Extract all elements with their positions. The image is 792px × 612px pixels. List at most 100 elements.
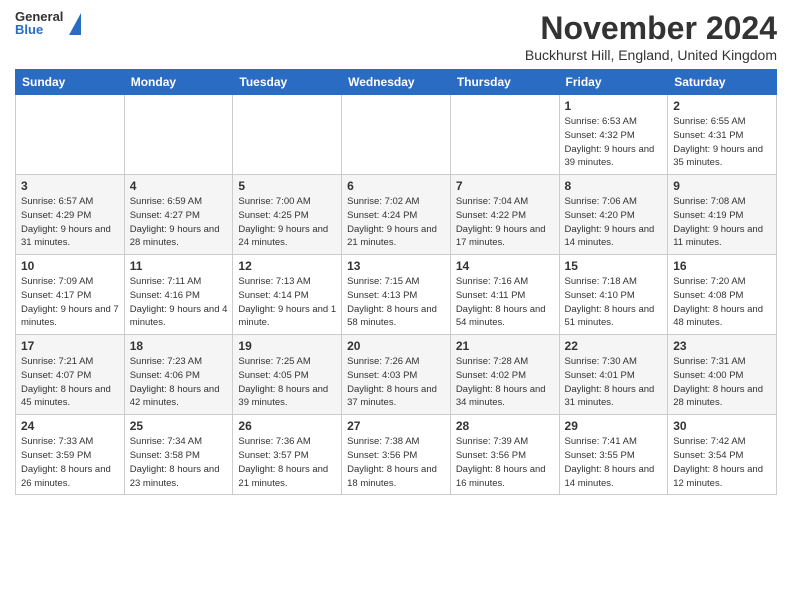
calendar-cell: 17 Sunrise: 7:21 AM Sunset: 4:07 PM Dayli… bbox=[16, 335, 125, 415]
day-info: Sunrise: 6:57 AM Sunset: 4:29 PM Dayligh… bbox=[21, 195, 119, 250]
day-info: Sunrise: 7:28 AM Sunset: 4:02 PM Dayligh… bbox=[456, 355, 554, 410]
day-number: 2 bbox=[673, 99, 771, 113]
day-number: 17 bbox=[21, 339, 119, 353]
calendar-cell bbox=[124, 95, 233, 175]
day-info: Sunrise: 7:00 AM Sunset: 4:25 PM Dayligh… bbox=[238, 195, 336, 250]
calendar-cell: 4 Sunrise: 6:59 AM Sunset: 4:27 PM Daylig… bbox=[124, 175, 233, 255]
calendar-cell: 30 Sunrise: 7:42 AM Sunset: 3:54 PM Dayli… bbox=[668, 415, 777, 495]
week-row-3: 10 Sunrise: 7:09 AM Sunset: 4:17 PM Dayli… bbox=[16, 255, 777, 335]
day-number: 25 bbox=[130, 419, 228, 433]
day-number: 3 bbox=[21, 179, 119, 193]
calendar-cell: 19 Sunrise: 7:25 AM Sunset: 4:05 PM Dayli… bbox=[233, 335, 342, 415]
day-info: Sunrise: 7:21 AM Sunset: 4:07 PM Dayligh… bbox=[21, 355, 119, 410]
day-number: 1 bbox=[565, 99, 663, 113]
day-number: 24 bbox=[21, 419, 119, 433]
day-info: Sunrise: 7:41 AM Sunset: 3:55 PM Dayligh… bbox=[565, 435, 663, 490]
calendar-cell: 23 Sunrise: 7:31 AM Sunset: 4:00 PM Dayli… bbox=[668, 335, 777, 415]
day-info: Sunrise: 7:26 AM Sunset: 4:03 PM Dayligh… bbox=[347, 355, 445, 410]
day-number: 26 bbox=[238, 419, 336, 433]
day-number: 9 bbox=[673, 179, 771, 193]
week-row-5: 24 Sunrise: 7:33 AM Sunset: 3:59 PM Dayli… bbox=[16, 415, 777, 495]
day-info: Sunrise: 6:59 AM Sunset: 4:27 PM Dayligh… bbox=[130, 195, 228, 250]
day-info: Sunrise: 7:13 AM Sunset: 4:14 PM Dayligh… bbox=[238, 275, 336, 330]
day-info: Sunrise: 7:06 AM Sunset: 4:20 PM Dayligh… bbox=[565, 195, 663, 250]
day-number: 15 bbox=[565, 259, 663, 273]
day-number: 16 bbox=[673, 259, 771, 273]
day-info: Sunrise: 6:53 AM Sunset: 4:32 PM Dayligh… bbox=[565, 115, 663, 170]
month-title: November 2024 bbox=[525, 10, 777, 47]
week-row-4: 17 Sunrise: 7:21 AM Sunset: 4:07 PM Dayli… bbox=[16, 335, 777, 415]
col-monday: Monday bbox=[124, 70, 233, 95]
col-saturday: Saturday bbox=[668, 70, 777, 95]
calendar-cell: 20 Sunrise: 7:26 AM Sunset: 4:03 PM Dayli… bbox=[342, 335, 451, 415]
calendar-cell: 26 Sunrise: 7:36 AM Sunset: 3:57 PM Dayli… bbox=[233, 415, 342, 495]
day-info: Sunrise: 7:18 AM Sunset: 4:10 PM Dayligh… bbox=[565, 275, 663, 330]
calendar-cell: 24 Sunrise: 7:33 AM Sunset: 3:59 PM Dayli… bbox=[16, 415, 125, 495]
calendar-header-row: Sunday Monday Tuesday Wednesday Thursday… bbox=[16, 70, 777, 95]
calendar-cell: 16 Sunrise: 7:20 AM Sunset: 4:08 PM Dayli… bbox=[668, 255, 777, 335]
calendar-cell: 22 Sunrise: 7:30 AM Sunset: 4:01 PM Dayli… bbox=[559, 335, 668, 415]
day-info: Sunrise: 6:55 AM Sunset: 4:31 PM Dayligh… bbox=[673, 115, 771, 170]
day-info: Sunrise: 7:09 AM Sunset: 4:17 PM Dayligh… bbox=[21, 275, 119, 330]
day-number: 5 bbox=[238, 179, 336, 193]
calendar-cell: 7Sunrise: 7:04 AM Sunset: 4:22 PM Daylig… bbox=[450, 175, 559, 255]
calendar-cell: 8 Sunrise: 7:06 AM Sunset: 4:20 PM Daylig… bbox=[559, 175, 668, 255]
day-number: 13 bbox=[347, 259, 445, 273]
calendar-cell bbox=[233, 95, 342, 175]
day-info: Sunrise: 7:20 AM Sunset: 4:08 PM Dayligh… bbox=[673, 275, 771, 330]
calendar-cell: 3 Sunrise: 6:57 AM Sunset: 4:29 PM Daylig… bbox=[16, 175, 125, 255]
day-info: Sunrise: 7:04 AM Sunset: 4:22 PM Dayligh… bbox=[456, 195, 554, 250]
day-number: 10 bbox=[21, 259, 119, 273]
calendar-cell bbox=[342, 95, 451, 175]
calendar-cell: 27 Sunrise: 7:38 AM Sunset: 3:56 PM Dayli… bbox=[342, 415, 451, 495]
day-number: 19 bbox=[238, 339, 336, 353]
day-info: Sunrise: 7:30 AM Sunset: 4:01 PM Dayligh… bbox=[565, 355, 663, 410]
calendar-cell: 29Sunrise: 7:41 AM Sunset: 3:55 PM Dayli… bbox=[559, 415, 668, 495]
col-sunday: Sunday bbox=[16, 70, 125, 95]
day-info: Sunrise: 7:31 AM Sunset: 4:00 PM Dayligh… bbox=[673, 355, 771, 410]
calendar-cell bbox=[450, 95, 559, 175]
day-number: 21 bbox=[456, 339, 554, 353]
calendar-cell: 15 Sunrise: 7:18 AM Sunset: 4:10 PM Dayli… bbox=[559, 255, 668, 335]
calendar-cell: 5 Sunrise: 7:00 AM Sunset: 4:25 PM Daylig… bbox=[233, 175, 342, 255]
day-info: Sunrise: 7:34 AM Sunset: 3:58 PM Dayligh… bbox=[130, 435, 228, 490]
day-number: 22 bbox=[565, 339, 663, 353]
calendar-cell: 11Sunrise: 7:11 AM Sunset: 4:16 PM Dayli… bbox=[124, 255, 233, 335]
day-info: Sunrise: 7:33 AM Sunset: 3:59 PM Dayligh… bbox=[21, 435, 119, 490]
day-number: 23 bbox=[673, 339, 771, 353]
col-thursday: Thursday bbox=[450, 70, 559, 95]
week-row-2: 3 Sunrise: 6:57 AM Sunset: 4:29 PM Daylig… bbox=[16, 175, 777, 255]
calendar-cell: 14Sunrise: 7:16 AM Sunset: 4:11 PM Dayli… bbox=[450, 255, 559, 335]
col-wednesday: Wednesday bbox=[342, 70, 451, 95]
day-number: 14 bbox=[456, 259, 554, 273]
logo-triangle-icon bbox=[69, 13, 81, 35]
location: Buckhurst Hill, England, United Kingdom bbox=[525, 47, 777, 63]
day-info: Sunrise: 7:36 AM Sunset: 3:57 PM Dayligh… bbox=[238, 435, 336, 490]
col-tuesday: Tuesday bbox=[233, 70, 342, 95]
day-number: 27 bbox=[347, 419, 445, 433]
day-number: 6 bbox=[347, 179, 445, 193]
day-info: Sunrise: 7:42 AM Sunset: 3:54 PM Dayligh… bbox=[673, 435, 771, 490]
day-info: Sunrise: 7:11 AM Sunset: 4:16 PM Dayligh… bbox=[130, 275, 228, 330]
logo-blue: Blue bbox=[15, 23, 63, 36]
day-number: 20 bbox=[347, 339, 445, 353]
calendar-cell: 2 Sunrise: 6:55 AM Sunset: 4:31 PM Daylig… bbox=[668, 95, 777, 175]
day-info: Sunrise: 7:08 AM Sunset: 4:19 PM Dayligh… bbox=[673, 195, 771, 250]
day-number: 8 bbox=[565, 179, 663, 193]
calendar-cell: 1 Sunrise: 6:53 AM Sunset: 4:32 PM Daylig… bbox=[559, 95, 668, 175]
calendar-cell bbox=[16, 95, 125, 175]
day-number: 30 bbox=[673, 419, 771, 433]
day-info: Sunrise: 7:25 AM Sunset: 4:05 PM Dayligh… bbox=[238, 355, 336, 410]
calendar-cell: 9 Sunrise: 7:08 AM Sunset: 4:19 PM Daylig… bbox=[668, 175, 777, 255]
day-info: Sunrise: 7:38 AM Sunset: 3:56 PM Dayligh… bbox=[347, 435, 445, 490]
day-number: 28 bbox=[456, 419, 554, 433]
title-block: November 2024 Buckhurst Hill, England, U… bbox=[525, 10, 777, 63]
day-number: 4 bbox=[130, 179, 228, 193]
calendar-cell: 18Sunrise: 7:23 AM Sunset: 4:06 PM Dayli… bbox=[124, 335, 233, 415]
day-number: 12 bbox=[238, 259, 336, 273]
calendar-table: Sunday Monday Tuesday Wednesday Thursday… bbox=[15, 69, 777, 495]
day-info: Sunrise: 7:39 AM Sunset: 3:56 PM Dayligh… bbox=[456, 435, 554, 490]
header: General Blue November 2024 Buckhurst Hil… bbox=[15, 10, 777, 63]
calendar-cell: 25 Sunrise: 7:34 AM Sunset: 3:58 PM Dayli… bbox=[124, 415, 233, 495]
calendar-cell: 6Sunrise: 7:02 AM Sunset: 4:24 PM Daylig… bbox=[342, 175, 451, 255]
